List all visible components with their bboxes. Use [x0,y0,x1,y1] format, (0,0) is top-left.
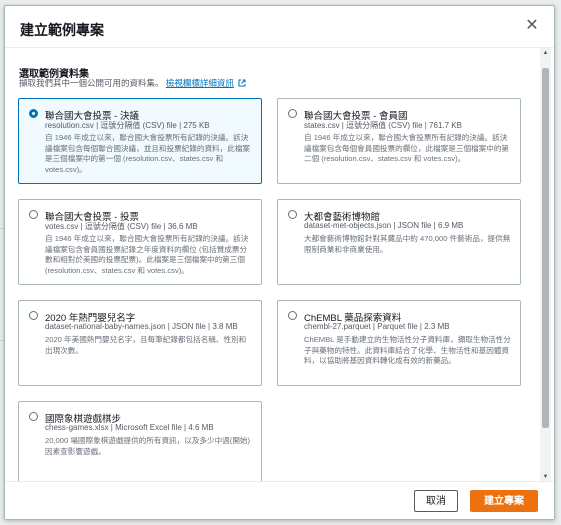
dataset-meta: resolution.csv | 逗號分隔值 (CSV) file | 275 … [45,121,210,130]
external-link-icon [238,79,246,87]
section-description-text: 擷取我們其中一個公開可用的資料集。 [19,78,164,88]
modal-body: 選取範例資料集 擷取我們其中一個公開可用的資料集。 檢視欄標詳細資訊 聯合國大會… [5,48,551,482]
dataset-card-un-resolutions[interactable]: 聯合國大會投票 - 決議 resolution.csv | 逗號分隔值 (CSV… [18,98,262,184]
dataset-card-chembl[interactable]: ChEMBL 藥品探索資料 chembl-27.parquet | Parque… [277,300,521,386]
dataset-meta: chess-games.xlsx | Microsoft Excel file … [45,423,214,432]
radio-button[interactable] [288,311,297,320]
scrollbar-thumb[interactable] [542,68,549,428]
dataset-meta: states.csv | 逗號分隔值 (CSV) file | 761.7 KB [304,121,462,130]
dataset-card-baby-names[interactable]: 2020 年熱門嬰兒名字 dataset-national-baby-names… [18,300,262,386]
close-icon[interactable]: ✕ [522,16,542,36]
dataset-description: 自 1946 年成立以來，聯合國大會投票所有記錄的決議。該決議檔案包含每個聯合國… [45,133,251,174]
modal-title: 建立範例專案 [20,22,104,38]
radio-button[interactable] [29,210,38,219]
dataset-card-met-museum[interactable]: 大都會藝術博物館 dataset-met-objects.json | JSON… [277,199,521,285]
dataset-description: 2020 年美國熱門嬰兒名字，且每筆紀錄都包括名稱、性別和出現次數。 [45,335,247,355]
scroll-up-arrow-icon[interactable]: ▲ [540,48,551,58]
dataset-meta: dataset-met-objects.json | JSON file | 6… [304,221,464,230]
scrollbar[interactable]: ▲ ▼ [540,48,551,482]
radio-button[interactable] [29,109,38,118]
dataset-description: ChEMBL 是手動建立的生物活性分子資料庫，擷取生物活性分子與藥物的特性。此資… [304,335,511,365]
dataset-meta: dataset-national-baby-names.json | JSON … [45,322,238,331]
dataset-description: 自 1946 年成立以來，聯合國大會投票所有記錄的決議。該決議檔案包含會員國投票… [45,234,249,275]
dataset-card-un-states[interactable]: 聯合國大會投票 - 會員國 states.csv | 逗號分隔值 (CSV) f… [277,98,521,184]
dataset-card-chess-games[interactable]: 國際象棋遊戲棋步 chess-games.xlsx | Microsoft Ex… [18,401,262,482]
radio-button[interactable] [288,210,297,219]
dataset-meta: chembl-27.parquet | Parquet file | 2.3 M… [304,322,450,331]
radio-button[interactable] [29,412,38,421]
dataset-card-un-votes[interactable]: 聯合國大會投票 - 投票 votes.csv | 逗號分隔值 (CSV) fil… [18,199,262,285]
dataset-description: 自 1946 年成立以來，聯合國大會投票所有記錄的決議。該決議檔案包含每個會員國… [304,133,510,163]
modal-header: 建立範例專案 ✕ [5,6,554,48]
modal-footer: 取消 建立專案 [5,481,554,519]
view-column-details-link[interactable]: 檢視欄標詳細資訊 [166,78,234,88]
radio-button[interactable] [29,311,38,320]
create-project-button[interactable]: 建立專案 [470,490,538,512]
dataset-description: 20,000 場國際象棋遊戲提供的所有資訊，以及多少中週(開始)因素查影響遊戲。 [45,436,251,456]
dataset-description: 大都會藝術博物館針對其藏品中約 470,000 件藝術品，提供無限制商業和非商業… [304,234,511,254]
dataset-meta: votes.csv | 逗號分隔值 (CSV) file | 36.6 MB [45,222,198,231]
create-sample-project-modal: 建立範例專案 ✕ 選取範例資料集 擷取我們其中一個公開可用的資料集。 檢視欄標詳… [4,5,555,520]
cancel-button[interactable]: 取消 [414,490,458,512]
radio-button[interactable] [288,109,297,118]
section-description: 擷取我們其中一個公開可用的資料集。 檢視欄標詳細資訊 [19,77,246,89]
